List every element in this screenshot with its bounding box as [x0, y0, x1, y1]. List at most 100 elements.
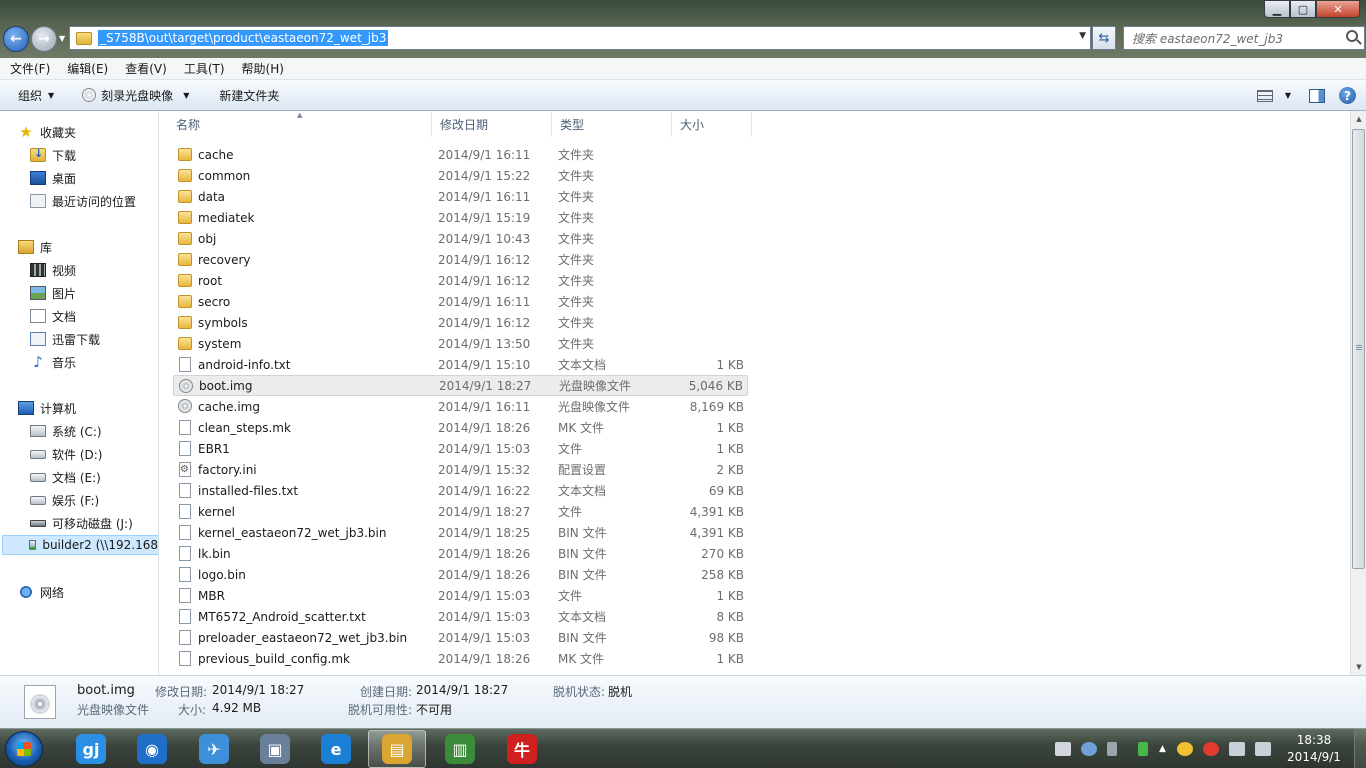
- nav-recent[interactable]: 最近访问的位置: [30, 191, 136, 211]
- column-header-size[interactable]: 大小: [672, 111, 752, 137]
- folder-row[interactable]: obj 2014/9/1 10:43 文件夹: [173, 228, 748, 249]
- maximize-button[interactable]: ▢: [1290, 0, 1316, 18]
- menu-tools[interactable]: 工具(T): [174, 60, 232, 77]
- clock[interactable]: 18:38 2014/9/1: [1278, 732, 1350, 766]
- show-desktop-button[interactable]: [1354, 729, 1366, 768]
- help-tray-icon[interactable]: [1081, 742, 1097, 756]
- nav-drive-c[interactable]: 系统 (C:): [30, 421, 102, 441]
- folder-row[interactable]: root 2014/9/1 16:12 文件夹: [173, 270, 748, 291]
- recent-pages-dropdown[interactable]: ▼: [59, 34, 65, 43]
- file-row[interactable]: lk.bin 2014/9/1 18:26 BIN 文件 270 KB: [173, 543, 748, 564]
- minimize-button[interactable]: ▁: [1264, 0, 1290, 18]
- nav-downloads[interactable]: 下载: [30, 145, 76, 165]
- folder-row[interactable]: data 2014/9/1 16:11 文件夹: [173, 186, 748, 207]
- close-button[interactable]: ✕: [1316, 0, 1360, 18]
- address-path[interactable]: _S758B\out\target\product\eastaeon72_wet…: [98, 30, 389, 46]
- nav-drive-j[interactable]: 可移动磁盘 (J:): [30, 513, 133, 533]
- file-date: 2014/9/1 18:27: [439, 378, 532, 393]
- file-row[interactable]: factory.ini 2014/9/1 15:32 配置设置 2 KB: [173, 459, 748, 480]
- taskbar-app-button[interactable]: ▤: [368, 730, 426, 768]
- battery-icon[interactable]: [1138, 742, 1148, 756]
- nav-documents[interactable]: 文档: [30, 306, 76, 326]
- file-row[interactable]: previous_build_config.mk 2014/9/1 18:26 MK…: [173, 648, 748, 669]
- nav-computer[interactable]: 计算机: [18, 398, 76, 418]
- refresh-button[interactable]: ⇆: [1092, 26, 1116, 50]
- search-icon[interactable]: [1346, 30, 1358, 42]
- vertical-scrollbar[interactable]: ▲ ▼: [1350, 111, 1366, 675]
- network-tray-icon[interactable]: [1228, 742, 1245, 756]
- nav-drive-d[interactable]: 软件 (D:): [30, 444, 102, 464]
- forward-button[interactable]: →: [31, 26, 57, 52]
- scroll-up-icon[interactable]: ▲: [1351, 111, 1366, 127]
- nav-music[interactable]: ♪ 音乐: [30, 352, 76, 372]
- file-row[interactable]: MT6572_Android_scatter.txt 2014/9/1 15:03…: [173, 606, 748, 627]
- start-button[interactable]: [5, 731, 43, 767]
- folder-row[interactable]: mediatek 2014/9/1 15:19 文件夹: [173, 207, 748, 228]
- column-header-type[interactable]: 类型: [552, 111, 672, 137]
- folder-row[interactable]: recovery 2014/9/1 16:12 文件夹: [173, 249, 748, 270]
- menu-help[interactable]: 帮助(H): [232, 60, 291, 77]
- organize-button[interactable]: 组织 ▼: [0, 80, 62, 110]
- menu-edit[interactable]: 编辑(E): [57, 60, 115, 77]
- keyboard-icon[interactable]: [1055, 742, 1071, 756]
- taskbar-app-button[interactable]: ▥: [431, 730, 489, 768]
- column-header-date[interactable]: 修改日期: [432, 111, 552, 137]
- nav-favorites[interactable]: ★ 收藏夹: [18, 122, 76, 142]
- menu-file[interactable]: 文件(F): [0, 60, 57, 77]
- file-row[interactable]: EBR1 2014/9/1 15:03 文件 1 KB: [173, 438, 748, 459]
- help-icon[interactable]: ?: [1339, 87, 1356, 104]
- taskbar-app-button[interactable]: e: [307, 730, 365, 768]
- file-name: common: [198, 168, 251, 183]
- details-size-label: 大小:: [178, 703, 207, 717]
- menu-view[interactable]: 查看(V): [115, 60, 174, 77]
- burn-image-button[interactable]: 刻录光盘映像 ▼: [62, 80, 197, 110]
- file-row[interactable]: kernel 2014/9/1 18:27 文件 4,391 KB: [173, 501, 748, 522]
- folder-row[interactable]: symbols 2014/9/1 16:12 文件夹: [173, 312, 748, 333]
- preview-pane-icon[interactable]: [1309, 88, 1325, 103]
- file-name: secro: [198, 294, 231, 309]
- file-row[interactable]: preloader_eastaeon72_wet_jb3.bin 2014/9/1…: [173, 627, 748, 648]
- back-button[interactable]: ←: [3, 26, 29, 52]
- nav-desktop[interactable]: 桌面: [30, 168, 76, 188]
- file-row[interactable]: kernel_eastaeon72_wet_jb3.bin 2014/9/1 18…: [173, 522, 748, 543]
- taskbar-app-button[interactable]: gj: [62, 730, 120, 768]
- antivirus-tray-icon[interactable]: [1202, 742, 1219, 756]
- folder-row[interactable]: secro 2014/9/1 16:11 文件夹: [173, 291, 748, 312]
- address-dropdown-icon[interactable]: ▼: [1079, 31, 1086, 41]
- libraries-icon: [18, 240, 34, 254]
- file-row[interactable]: android-info.txt 2014/9/1 15:10 文本文档 1 KB: [173, 354, 748, 375]
- view-dropdown-icon[interactable]: ▼: [1285, 91, 1291, 100]
- file-row[interactable]: clean_steps.mk 2014/9/1 18:26 MK 文件 1 KB: [173, 417, 748, 438]
- nav-pictures[interactable]: 图片: [30, 283, 76, 303]
- volume-muted-icon[interactable]: [1254, 742, 1271, 756]
- address-bar[interactable]: _S758B\out\target\product\eastaeon72_wet…: [69, 26, 1091, 50]
- folder-row[interactable]: common 2014/9/1 15:22 文件夹: [173, 165, 748, 186]
- taskbar-app-button[interactable]: ✈: [185, 730, 243, 768]
- qq-tray-icon[interactable]: [1176, 742, 1193, 756]
- nav-videos[interactable]: 视频: [30, 260, 76, 280]
- file-row[interactable]: boot.img 2014/9/1 18:27 光盘映像文件 5,046 KB: [173, 375, 748, 396]
- nav-label: 迅雷下载: [52, 332, 101, 347]
- file-row[interactable]: installed-files.txt 2014/9/1 16:22 文本文档 69 …: [173, 480, 748, 501]
- nav-drive-f[interactable]: 娱乐 (F:): [30, 490, 99, 510]
- nav-libraries[interactable]: 库: [18, 237, 52, 257]
- scrollbar-thumb[interactable]: [1352, 129, 1365, 569]
- taskbar-app-button[interactable]: ◉: [123, 730, 181, 768]
- nav-network[interactable]: 网络: [18, 582, 64, 602]
- taskbar-app-button[interactable]: 牛: [493, 730, 551, 768]
- file-row[interactable]: cache.img 2014/9/1 16:11 光盘映像文件 8,169 KB: [173, 396, 748, 417]
- folder-row[interactable]: cache 2014/9/1 16:11 文件夹: [173, 144, 748, 165]
- nav-thunder-downloads[interactable]: 迅雷下载: [30, 329, 100, 349]
- scroll-down-icon[interactable]: ▼: [1351, 659, 1366, 675]
- new-folder-button[interactable]: 新建文件夹: [197, 80, 287, 110]
- taskbar-app-button[interactable]: ▣: [246, 730, 304, 768]
- file-row[interactable]: logo.bin 2014/9/1 18:26 BIN 文件 258 KB: [173, 564, 748, 585]
- file-row[interactable]: MBR 2014/9/1 15:03 文件 1 KB: [173, 585, 748, 606]
- nav-drive-e[interactable]: 文档 (E:): [30, 467, 101, 487]
- view-options-icon[interactable]: [1256, 89, 1273, 102]
- search-input[interactable]: 搜索 eastaeon72_wet_jb3: [1123, 26, 1365, 50]
- show-hidden-icons-icon[interactable]: ▲: [1159, 744, 1166, 754]
- folder-row[interactable]: system 2014/9/1 13:50 文件夹: [173, 333, 748, 354]
- settings-tray-icon[interactable]: [1107, 742, 1117, 756]
- nav-network-drive[interactable]: builder2 (\\192.168: [2, 535, 158, 555]
